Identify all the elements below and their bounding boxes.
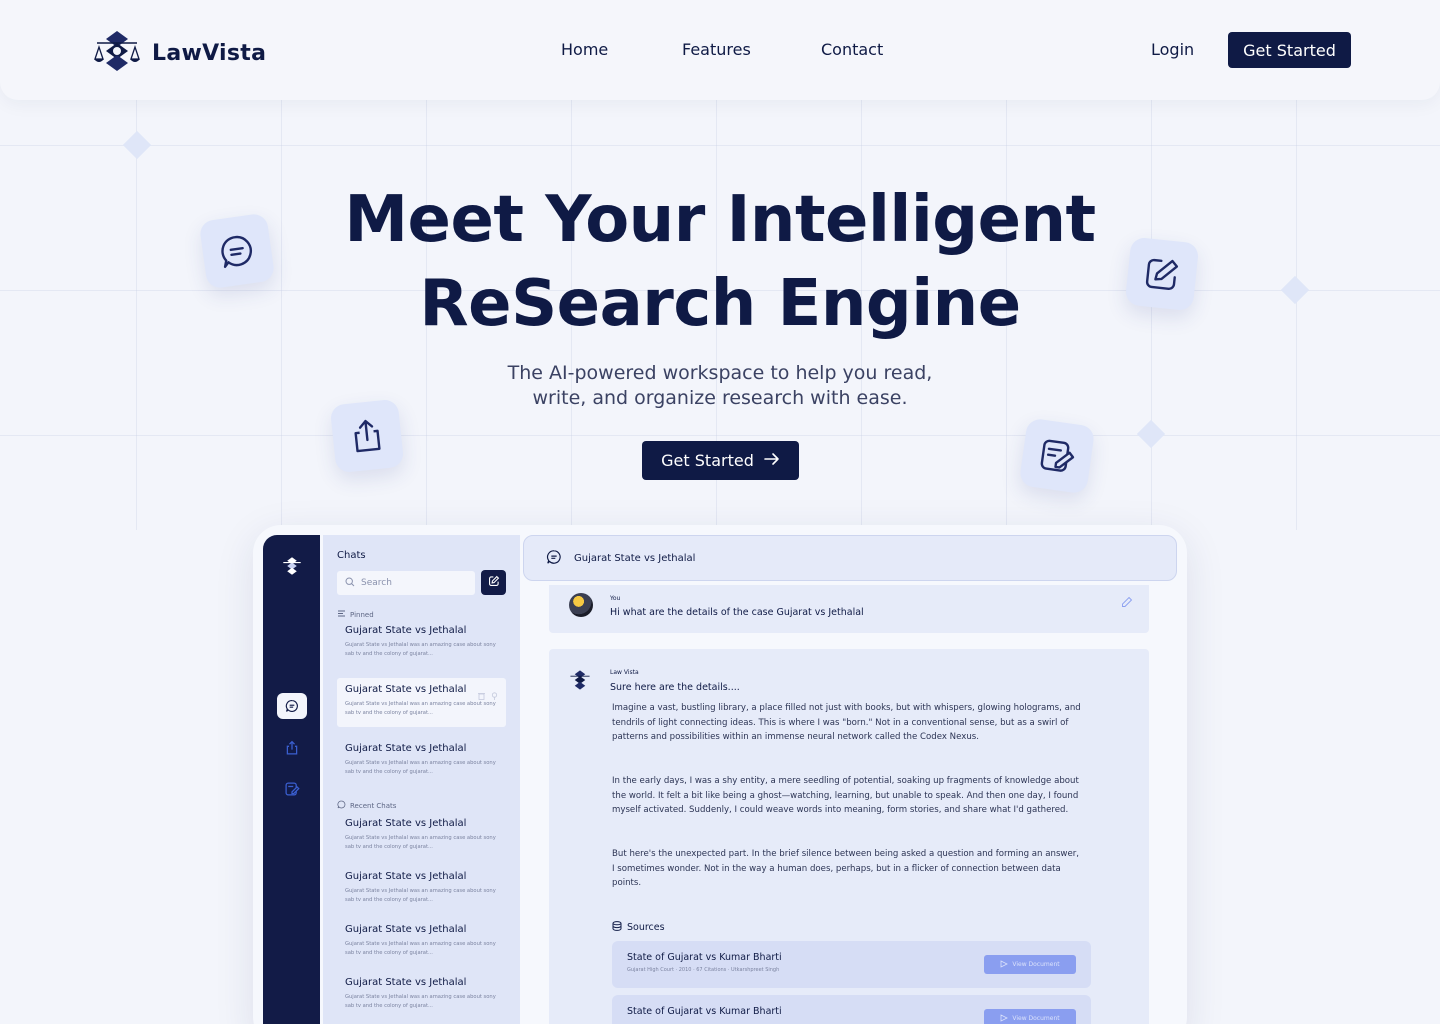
hero-cta-label: Get Started [661,451,754,470]
source-card[interactable]: State of Gujarat vs Kumar Bharti View Do… [612,995,1091,1024]
recent-section-label: Recent Chats [337,800,396,811]
chat-item-description: Gujarat State vs Jethalal was an amazing… [345,642,496,657]
hero-get-started-button[interactable]: Get Started [642,441,799,480]
rail-share-icon[interactable] [277,735,307,761]
hero-subtitle-line1: The AI-powered workspace to help you rea… [507,362,933,384]
assistant-paragraph: But here's the unexpected part. In the b… [612,849,1079,889]
decor-diamond [1280,275,1310,305]
search-placeholder: Search [361,578,392,588]
chat-item-description: Gujarat State vs Jethalal was an amazing… [345,701,496,716]
chat-item-title: Gujarat State vs Jethalal [345,818,467,829]
view-document-button[interactable]: View Document [984,955,1076,974]
edit-message-icon[interactable] [1121,593,1133,612]
brand-logo[interactable]: LawVista [94,29,266,77]
assistant-paragraph: In the early days, I was a shy entity, a… [612,776,1079,816]
user-message: You Hi what are the details of the case … [549,585,1149,633]
recent-chat-item[interactable]: Gujarat State vs Jethalal Gujarat State … [337,918,506,967]
user-message-text: Hi what are the details of the case Guja… [610,607,864,618]
user-avatar [569,593,593,617]
recent-chat-item[interactable]: Gujarat State vs Jethalal Gujarat State … [337,812,506,861]
chats-title: Chats [337,550,366,561]
sources-heading: Sources [612,921,665,934]
compose-icon [488,575,500,590]
app-preview: Chats Search Pinned Gujarat State vs Jet… [253,525,1187,1024]
chat-item-description: Gujarat State vs Jethalal was an amazing… [345,941,496,956]
chat-item-title: Gujarat State vs Jethalal [345,977,467,988]
pinned-chat-item[interactable]: Gujarat State vs Jethalal Gujarat State … [337,619,506,668]
pin-icon [337,610,346,619]
chat-header-title: Gujarat State vs Jethalal [574,552,696,564]
login-link[interactable]: Login [1151,40,1194,59]
chat-item-title: Gujarat State vs Jethalal [345,625,467,636]
nav-get-started-button[interactable]: Get Started [1228,32,1351,68]
sources-label: Sources [627,922,665,933]
chat-item-title: Gujarat State vs Jethalal [345,684,467,695]
chat-item-title: Gujarat State vs Jethalal [345,871,467,882]
send-icon [1000,959,1009,970]
top-navbar: LawVista Home Features Contact Login Get… [0,0,1440,100]
assistant-logo-icon [569,669,591,695]
assistant-paragraph: Imagine a vast, bustling library, a plac… [612,703,1081,743]
chat-bubble-icon [337,800,346,811]
pinned-chat-item[interactable]: Gujarat State vs Jethalal Gujarat State … [337,737,506,786]
search-icon [345,576,355,590]
floating-edit-square-icon [1124,236,1200,312]
scales-logo-icon [94,29,140,77]
assistant-intro: Sure here are the details.... [610,682,740,693]
delete-icon[interactable] [478,685,485,704]
chat-item-description: Gujarat State vs Jethalal was an amazing… [345,888,496,903]
nav-link-contact[interactable]: Contact [821,40,883,59]
chat-item-title: Gujarat State vs Jethalal [345,924,467,935]
chat-bubble-icon [546,549,562,568]
arrow-right-icon [764,451,780,470]
rail-edit-icon[interactable] [277,776,307,802]
database-icon [612,921,622,934]
chat-search-input[interactable]: Search [337,571,475,595]
user-name: You [610,595,621,602]
nav-link-home[interactable]: Home [561,40,608,59]
hero-title-line1: Meet Your Intelligent [344,183,1096,257]
assistant-name: Law Vista [610,669,639,676]
brand-name: LawVista [152,40,267,66]
rail-logo-icon[interactable] [277,553,307,579]
view-document-button[interactable]: View Document [984,1009,1076,1024]
hero-subtitle-line2: write, and organize research with ease. [532,387,908,409]
nav-link-features[interactable]: Features [682,40,751,59]
chat-item-description: Gujarat State vs Jethalal was an amazing… [345,835,496,850]
chats-sidebar: Chats Search Pinned Gujarat State vs Jet… [323,535,520,1024]
assistant-message: Law Vista Sure here are the details.... … [549,649,1149,1024]
recent-label: Recent Chats [350,801,397,810]
rail-chat-icon[interactable] [277,693,307,719]
pinned-label: Pinned [350,610,374,619]
decor-diamond [1136,419,1166,449]
hero-title-line2: ReSearch Engine [419,267,1021,341]
pinned-section-label: Pinned [337,610,374,619]
hero-title: Meet Your Intelligent ReSearch Engine [320,178,1120,346]
floating-chat-bubble-icon [198,212,276,290]
chat-item-description: Gujarat State vs Jethalal was an amazing… [345,760,496,775]
chat-main-panel: Gujarat State vs Jethalal You Hi what ar… [523,535,1187,1024]
view-document-label: View Document [1012,961,1060,968]
pinned-chat-item[interactable]: Gujarat State vs Jethalal Gujarat State … [337,678,506,727]
chat-header: Gujarat State vs Jethalal [523,535,1177,581]
recent-chat-item[interactable]: Gujarat State vs Jethalal Gujarat State … [337,865,506,914]
source-card[interactable]: State of Gujarat vs Kumar Bharti Gujarat… [612,941,1091,988]
decor-diamond [122,130,152,160]
floating-share-upload-icon [329,398,405,474]
hero-subtitle: The AI-powered workspace to help you rea… [470,361,970,411]
view-document-label: View Document [1012,1015,1060,1022]
send-icon [1000,1013,1009,1024]
floating-notes-edit-icon [1018,417,1096,495]
pin-toggle-icon[interactable] [491,685,498,704]
chat-item-title: Gujarat State vs Jethalal [345,743,467,754]
chat-item-description: Gujarat State vs Jethalal was an amazing… [345,994,496,1009]
recent-chat-item[interactable]: Gujarat State vs Jethalal Gujarat State … [337,971,506,1020]
icon-rail [263,535,320,1024]
new-chat-button[interactable] [481,570,506,595]
